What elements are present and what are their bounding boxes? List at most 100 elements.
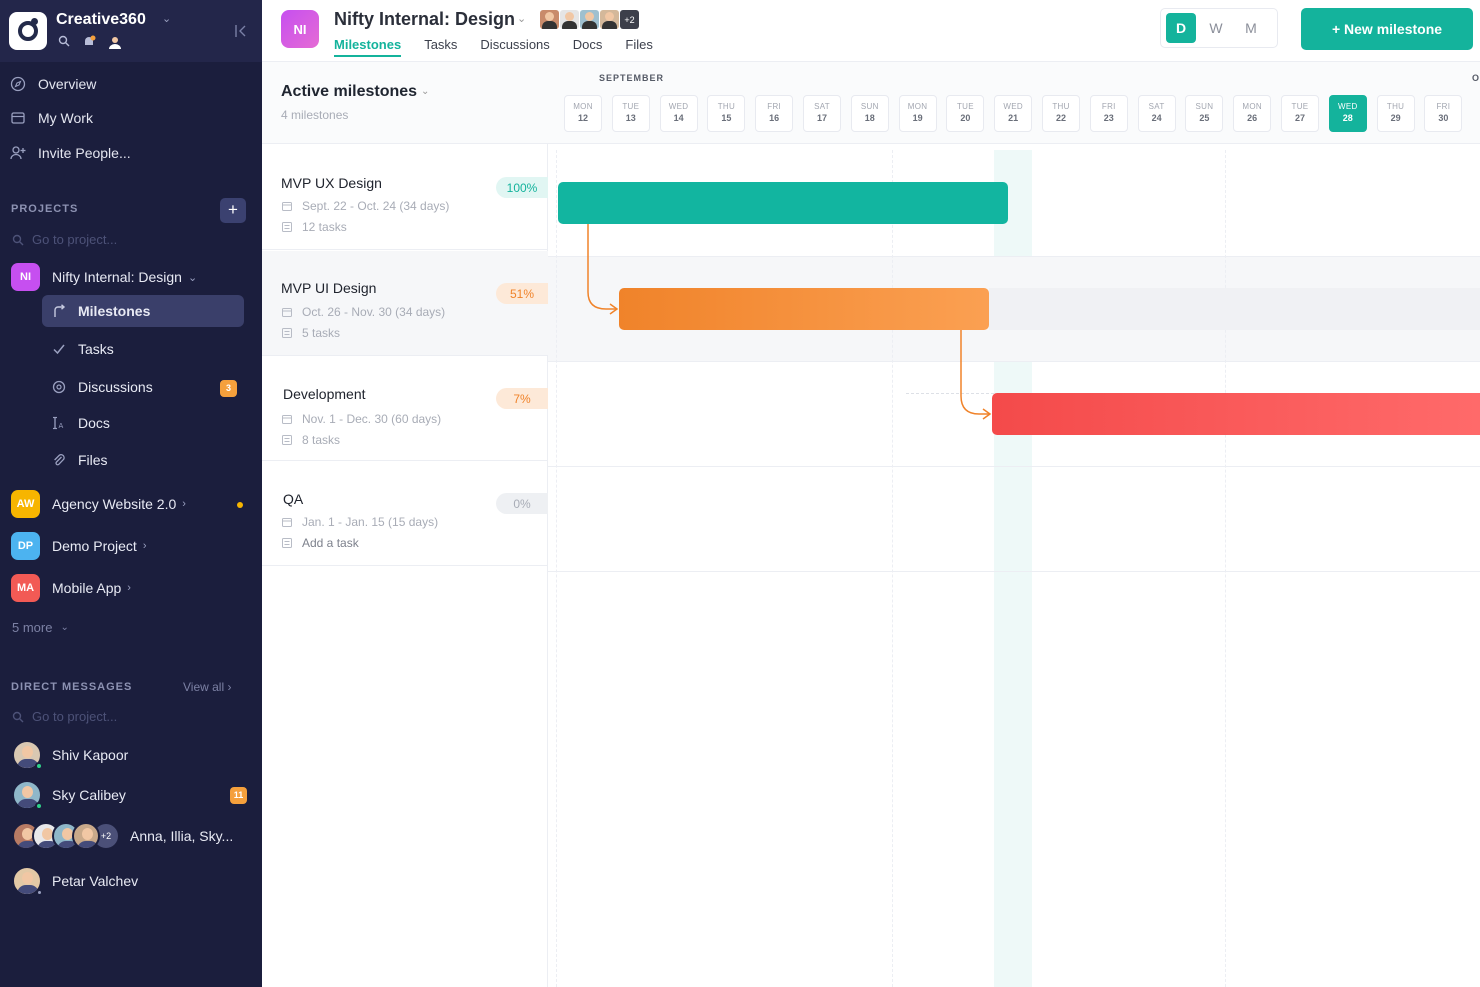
tab-milestones[interactable]: Milestones bbox=[334, 37, 402, 57]
milestone-tasks[interactable]: 8 tasks bbox=[282, 433, 340, 447]
project-title[interactable]: Nifty Internal: Design bbox=[334, 9, 515, 30]
search-icon[interactable] bbox=[58, 35, 70, 52]
subnav-milestones[interactable]: Milestones bbox=[52, 303, 150, 319]
project-members[interactable]: +2 bbox=[540, 10, 639, 29]
projects-search-placeholder: Go to project... bbox=[32, 232, 118, 247]
milestone-task-count: 12 tasks bbox=[302, 220, 347, 234]
dm-group-anna-illia-sky[interactable]: +2 Anna, Illia, Sky... bbox=[12, 822, 233, 850]
project-header: NI Nifty Internal: Design ⌄ +2 Milestone… bbox=[262, 0, 1480, 62]
milestone-row[interactable]: MVP UX Design Sept. 22 - Oct. 24 (34 day… bbox=[262, 145, 548, 250]
subnav-tasks[interactable]: Tasks bbox=[52, 341, 114, 357]
task-list-icon bbox=[282, 222, 292, 232]
avatar bbox=[72, 822, 100, 850]
dm-search-placeholder: Go to project... bbox=[32, 709, 118, 724]
discussions-icon bbox=[52, 380, 66, 394]
nav-my-work[interactable]: My Work bbox=[10, 110, 93, 126]
tab-tasks[interactable]: Tasks bbox=[424, 37, 457, 57]
milestone-count: 4 milestones bbox=[281, 108, 349, 122]
online-status-dot bbox=[35, 802, 43, 810]
nav-overview[interactable]: Overview bbox=[10, 76, 96, 92]
milestone-dates: Oct. 26 - Nov. 30 (34 days) bbox=[282, 305, 445, 319]
milestone-date-range: Jan. 1 - Jan. 15 (15 days) bbox=[302, 515, 439, 529]
dependency-arrow-ui-to-dev bbox=[960, 330, 992, 420]
projects-search-input[interactable]: Go to project... bbox=[12, 232, 117, 247]
project-name: Mobile App bbox=[52, 580, 122, 596]
chevron-down-icon[interactable]: ⌄ bbox=[517, 12, 526, 25]
my-work-icon bbox=[11, 112, 25, 124]
timeline-zoom-toggle: D W M bbox=[1160, 8, 1278, 48]
milestone-filter-title[interactable]: Active milestones bbox=[281, 83, 417, 101]
project-demo-project[interactable]: DP Demo Project › bbox=[11, 532, 146, 560]
zoom-week-button[interactable]: W bbox=[1201, 13, 1231, 43]
milestone-tasks[interactable]: 12 tasks bbox=[282, 220, 347, 234]
sidebar: Creative360 ⌄ Overview My Work Invite Pe… bbox=[0, 0, 262, 987]
milestone-tasks[interactable]: 5 tasks bbox=[282, 326, 340, 340]
nav-my-work-label: My Work bbox=[38, 110, 93, 126]
milestone-dates: Nov. 1 - Dec. 30 (60 days) bbox=[282, 412, 441, 426]
dm-name: Petar Valchev bbox=[52, 873, 139, 889]
project-badge: AW bbox=[11, 490, 40, 518]
project-badge: NI bbox=[281, 10, 319, 48]
progress-badge: 0% bbox=[496, 493, 548, 514]
chevron-down-icon[interactable]: ⌄ bbox=[162, 12, 171, 25]
project-name: Nifty Internal: Design bbox=[52, 269, 182, 285]
milestone-name: QA bbox=[283, 491, 304, 507]
milestone-row[interactable]: QA Jan. 1 - Jan. 15 (15 days) Add a task… bbox=[262, 461, 548, 566]
workspace-logo[interactable] bbox=[9, 12, 47, 50]
new-milestone-button[interactable]: + New milestone bbox=[1301, 8, 1473, 50]
collapse-sidebar-icon[interactable] bbox=[234, 24, 248, 38]
tab-docs[interactable]: Docs bbox=[573, 37, 603, 57]
tab-discussions[interactable]: Discussions bbox=[480, 37, 549, 57]
workspace-name[interactable]: Creative360 bbox=[56, 11, 146, 29]
user-avatar-icon[interactable] bbox=[108, 35, 122, 52]
calendar-icon bbox=[282, 518, 292, 527]
project-mobile-app[interactable]: MA Mobile App › bbox=[11, 574, 131, 602]
subnav-milestones-label: Milestones bbox=[78, 303, 151, 319]
offline-status-dot bbox=[36, 889, 43, 896]
dependency-arrow-ux-to-ui bbox=[587, 224, 619, 315]
calendar-icon bbox=[282, 415, 292, 424]
workspace-toolbar bbox=[58, 35, 122, 52]
dm-name: Shiv Kapoor bbox=[52, 747, 129, 763]
docs-icon: A bbox=[53, 416, 64, 430]
dm-view-all-link[interactable]: View all › bbox=[183, 680, 231, 694]
subnav-docs[interactable]: A Docs bbox=[52, 415, 110, 431]
milestone-list: Active milestones ⌄ 4 milestones MVP UX … bbox=[262, 62, 548, 987]
chevron-right-icon: › bbox=[182, 498, 186, 510]
show-more-projects[interactable]: 5 more ⌄ bbox=[12, 620, 69, 635]
dm-sky-calibey[interactable]: Sky Calibey bbox=[12, 780, 126, 810]
subnav-files[interactable]: Files bbox=[52, 452, 108, 468]
milestone-dates: Sept. 22 - Oct. 24 (34 days) bbox=[282, 199, 449, 213]
task-list-icon bbox=[282, 538, 292, 548]
milestone-row[interactable]: Development Nov. 1 - Dec. 30 (60 days) 8… bbox=[262, 356, 548, 461]
project-name: Agency Website 2.0 bbox=[52, 496, 177, 512]
chevron-down-icon: ⌄ bbox=[187, 271, 198, 284]
milestone-row[interactable]: MVP UI Design Oct. 26 - Nov. 30 (34 days… bbox=[262, 251, 548, 356]
project-nifty-internal-design[interactable]: NI Nifty Internal: Design ⌄ bbox=[11, 263, 197, 291]
online-status-dot bbox=[35, 762, 43, 770]
member-avatar bbox=[600, 10, 619, 29]
member-avatar bbox=[560, 10, 579, 29]
dm-search-input[interactable]: Go to project... bbox=[12, 709, 117, 724]
notifications-icon[interactable] bbox=[82, 35, 96, 52]
dependency-arrows bbox=[587, 224, 992, 420]
subnav-tasks-label: Tasks bbox=[78, 341, 114, 357]
add-project-button[interactable]: + bbox=[220, 198, 246, 223]
chevron-down-icon[interactable]: ⌄ bbox=[421, 86, 429, 97]
dm-petar-valchev[interactable]: Petar Valchev bbox=[12, 866, 138, 896]
search-icon bbox=[12, 711, 24, 722]
overview-icon bbox=[10, 76, 26, 92]
direct-messages-section-label: DIRECT MESSAGES bbox=[11, 681, 133, 693]
tab-files[interactable]: Files bbox=[625, 37, 652, 57]
zoom-month-button[interactable]: M bbox=[1236, 13, 1266, 43]
nav-invite-people[interactable]: Invite People... bbox=[10, 145, 131, 161]
zoom-day-button[interactable]: D bbox=[1166, 13, 1196, 43]
add-task-link[interactable]: Add a task bbox=[282, 536, 359, 550]
search-icon bbox=[12, 234, 24, 245]
subnav-discussions[interactable]: Discussions bbox=[52, 379, 153, 395]
milestone-name: MVP UI Design bbox=[281, 280, 377, 296]
project-agency-website[interactable]: AW Agency Website 2.0 › bbox=[11, 490, 186, 518]
dm-shiv-kapoor[interactable]: Shiv Kapoor bbox=[12, 740, 128, 770]
chevron-down-icon: ⌄ bbox=[60, 622, 69, 633]
member-avatar bbox=[580, 10, 599, 29]
